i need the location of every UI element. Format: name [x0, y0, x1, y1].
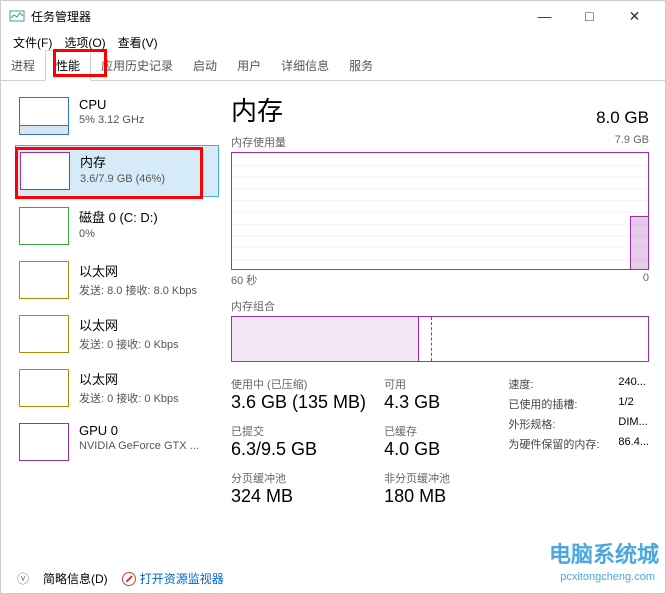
paged-value: 324 MB — [231, 486, 366, 507]
cached-value: 4.0 GB — [384, 439, 450, 460]
speed-value: 240... — [618, 376, 646, 392]
chevron-up-icon[interactable]: ⓥ — [17, 570, 29, 587]
cached-label: 已缓存 — [384, 423, 450, 439]
tab-users[interactable]: 用户 — [227, 51, 271, 80]
avail-value: 4.3 GB — [384, 392, 450, 413]
disk-thumbnail — [19, 207, 69, 245]
hw-reserved-key: 为硬件保留的内存: — [508, 436, 618, 452]
hw-reserved-value: 86.4... — [618, 436, 649, 452]
axis-left: 60 秒 — [231, 272, 257, 288]
tab-startup[interactable]: 启动 — [183, 51, 227, 80]
memory-heading: 内存 — [231, 91, 283, 128]
minimize-button[interactable]: — — [522, 1, 567, 31]
tab-processes[interactable]: 进程 — [1, 51, 45, 80]
commit-label: 已提交 — [231, 423, 366, 439]
composition-label: 内存组合 — [231, 298, 649, 314]
cpu-thumbnail — [19, 97, 69, 135]
sidebar-item-ethernet-2[interactable]: 以太网发送: 0 接收: 0 Kbps — [15, 309, 219, 359]
ethernet-thumbnail — [19, 369, 69, 407]
nonpaged-label: 非分页缓冲池 — [384, 470, 450, 486]
ethernet2-sub: 发送: 0 接收: 0 Kbps — [79, 336, 179, 352]
cpu-title: CPU — [79, 97, 144, 112]
ethernet2-title: 以太网 — [79, 315, 179, 334]
disk-sub: 0% — [79, 228, 158, 240]
memory-thumbnail — [20, 152, 70, 190]
resource-monitor-label: 打开资源监视器 — [140, 570, 224, 587]
watermark-url: pcxitongcheng.com — [560, 571, 655, 583]
sidebar-item-memory[interactable]: 内存 3.6/7.9 GB (46%) — [15, 145, 219, 197]
gpu-title: GPU 0 — [79, 423, 199, 438]
slots-value: 1/2 — [618, 396, 633, 412]
window-title: 任务管理器 — [31, 8, 522, 25]
ethernet-thumbnail — [19, 261, 69, 299]
inuse-label: 使用中 (已压缩) — [231, 376, 366, 392]
app-icon — [9, 8, 25, 24]
avail-label: 可用 — [384, 376, 450, 392]
usage-max: 7.9 GB — [615, 134, 649, 150]
ethernet1-title: 以太网 — [79, 261, 197, 280]
main-panel: 内存 8.0 GB 内存使用量 7.9 GB 60 秒 0 内存组合 使用中 (… — [221, 81, 665, 561]
commit-value: 6.3/9.5 GB — [231, 439, 366, 460]
ethernet-thumbnail — [19, 315, 69, 353]
tab-history[interactable]: 应用历史记录 — [91, 51, 183, 80]
nonpaged-value: 180 MB — [384, 486, 450, 507]
tab-performance[interactable]: 性能 — [45, 50, 91, 81]
sidebar: CPU 5% 3.12 GHz 内存 3.6/7.9 GB (46%) 磁盘 0 (… — [1, 81, 221, 561]
brief-info-link[interactable]: 简略信息(D) — [43, 570, 108, 587]
resource-monitor-icon — [122, 572, 136, 586]
memory-title: 内存 — [80, 152, 165, 171]
memory-total: 8.0 GB — [596, 108, 649, 128]
memory-sub: 3.6/7.9 GB (46%) — [80, 173, 165, 185]
content-area: CPU 5% 3.12 GHz 内存 3.6/7.9 GB (46%) 磁盘 0 (… — [1, 81, 665, 561]
ethernet3-title: 以太网 — [79, 369, 179, 388]
sidebar-item-disk[interactable]: 磁盘 0 (C: D:) 0% — [15, 201, 219, 251]
resource-monitor-link[interactable]: 打开资源监视器 — [122, 570, 224, 587]
axis-right: 0 — [643, 272, 649, 288]
form-key: 外形规格: — [508, 416, 618, 432]
sidebar-item-cpu[interactable]: CPU 5% 3.12 GHz — [15, 91, 219, 141]
form-value: DIM... — [618, 416, 647, 432]
tabbar: 进程 性能 应用历史记录 启动 用户 详细信息 服务 — [1, 53, 665, 81]
sidebar-item-ethernet-1[interactable]: 以太网发送: 8.0 接收: 8.0 Kbps — [15, 255, 219, 305]
footer: ⓥ 简略信息(D) 打开资源监视器 — [17, 570, 224, 587]
close-button[interactable]: ✕ — [612, 1, 657, 31]
cpu-sub: 5% 3.12 GHz — [79, 114, 144, 126]
gpu-sub: NVIDIA GeForce GTX ... — [79, 440, 199, 452]
usage-label: 内存使用量 — [231, 134, 286, 150]
speed-key: 速度: — [508, 376, 618, 392]
ethernet1-sub: 发送: 8.0 接收: 8.0 Kbps — [79, 282, 197, 298]
memory-usage-chart — [231, 152, 649, 270]
menu-view[interactable]: 查看(V) — [112, 32, 164, 53]
sidebar-item-gpu[interactable]: GPU 0 NVIDIA GeForce GTX ... — [15, 417, 219, 467]
tab-details[interactable]: 详细信息 — [271, 51, 339, 80]
gpu-thumbnail — [19, 423, 69, 461]
ethernet3-sub: 发送: 0 接收: 0 Kbps — [79, 390, 179, 406]
tab-services[interactable]: 服务 — [339, 51, 383, 80]
paged-label: 分页缓冲池 — [231, 470, 366, 486]
stats-grid: 使用中 (已压缩)3.6 GB (135 MB) 已提交6.3/9.5 GB 分… — [231, 376, 649, 507]
maximize-button[interactable]: □ — [567, 1, 612, 31]
sidebar-item-ethernet-3[interactable]: 以太网发送: 0 接收: 0 Kbps — [15, 363, 219, 413]
menubar: 文件(F) 选项(O) 查看(V) — [1, 31, 665, 53]
slots-key: 已使用的插槽: — [508, 396, 618, 412]
memory-composition-chart — [231, 316, 649, 362]
disk-title: 磁盘 0 (C: D:) — [79, 207, 158, 226]
inuse-value: 3.6 GB (135 MB) — [231, 392, 366, 413]
titlebar: 任务管理器 — □ ✕ — [1, 1, 665, 31]
